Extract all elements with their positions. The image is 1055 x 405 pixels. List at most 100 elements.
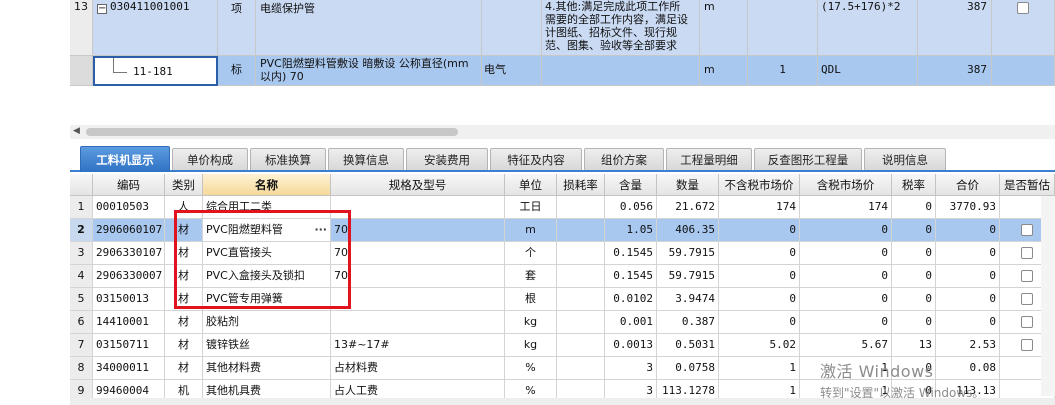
row-number[interactable]: 2 (70, 219, 93, 242)
table-row[interactable]: 6 14410001 材 胶粘剂 kg 0.001 0.387 0 0 0 0 (70, 311, 1055, 334)
table-row[interactable]: 4 2906330007 材 PVC入盒接头及锁扣 70 套 0.1545 59.7915 0 0… (70, 265, 1055, 288)
item-content[interactable] (748, 0, 818, 56)
price-excl-tax-cell[interactable]: 0 (719, 288, 800, 311)
category-cell[interactable]: 人 (165, 196, 203, 219)
loss-rate-cell[interactable] (557, 334, 605, 357)
price-excl-tax-cell[interactable]: 174 (719, 196, 800, 219)
quantity-cell[interactable]: 59.7915 (657, 242, 719, 265)
tax-rate-cell[interactable]: 0 (892, 219, 936, 242)
table-row[interactable]: 5 03150013 材 PVC管专用弹簧 根 0.0102 3.9474 0 0 0 0 (70, 288, 1055, 311)
row-number[interactable] (70, 56, 93, 86)
header-spec[interactable]: 规格及型号 (331, 174, 505, 196)
total-cell[interactable]: 0 (936, 265, 1000, 288)
price-excl-tax-cell[interactable]: 0 (719, 242, 800, 265)
code-cell[interactable]: 00010503 (93, 196, 165, 219)
name-cell[interactable]: 综合用工二类 (203, 196, 331, 219)
header-price-incl-tax[interactable]: 含税市场价 (800, 174, 892, 196)
quota-code-cell[interactable]: 11-181 (93, 56, 218, 86)
loss-rate-cell[interactable] (557, 242, 605, 265)
quota-amount[interactable]: 387 (918, 56, 992, 86)
spec-cell[interactable]: 70 (331, 242, 505, 265)
tax-rate-cell[interactable]: 0 (892, 196, 936, 219)
price-incl-tax-cell[interactable]: 1 (800, 357, 892, 380)
name-cell[interactable]: PVC管专用弹簧 (203, 288, 331, 311)
tax-rate-cell[interactable]: 0 (892, 357, 936, 380)
bottom-scrollbar[interactable] (70, 398, 1055, 405)
estimate-checkbox[interactable] (1021, 316, 1033, 328)
item-code-cell[interactable]: −030411001001 (93, 0, 218, 56)
price-incl-tax-cell[interactable]: 0 (800, 288, 892, 311)
tab-conversion-info[interactable]: 换算信息 (328, 148, 404, 170)
price-incl-tax-cell[interactable]: 5.67 (800, 334, 892, 357)
code-cell[interactable]: 2906330007 (93, 265, 165, 288)
quantity-cell[interactable]: 406.35 (657, 219, 719, 242)
spec-cell[interactable]: 70 (331, 265, 505, 288)
scroll-left-icon[interactable]: ◀ (73, 126, 80, 136)
header-unit[interactable]: 单位 (505, 174, 557, 196)
code-cell[interactable]: 03150711 (93, 334, 165, 357)
row-number[interactable]: 5 (70, 288, 93, 311)
category-cell[interactable]: 材 (165, 334, 203, 357)
name-cell[interactable]: 镀锌铁丝 (203, 334, 331, 357)
price-incl-tax-cell[interactable]: 174 (800, 196, 892, 219)
quantity-cell[interactable]: 0.5031 (657, 334, 719, 357)
total-cell[interactable]: 0.08 (936, 357, 1000, 380)
price-incl-tax-cell[interactable]: 0 (800, 265, 892, 288)
horizontal-scrollbar[interactable]: ◀ (70, 125, 1055, 139)
unit-cell[interactable]: kg (505, 311, 557, 334)
name-cell[interactable]: PVC阻燃塑料管 ··· (203, 219, 331, 242)
header-content[interactable]: 含量 (605, 174, 657, 196)
loss-rate-cell[interactable] (557, 357, 605, 380)
header-total[interactable]: 合价 (936, 174, 1000, 196)
quota-feature[interactable] (542, 56, 700, 86)
header-name[interactable]: 名称 (203, 174, 331, 196)
price-incl-tax-cell[interactable]: 0 (800, 242, 892, 265)
code-cell[interactable]: 2906330107 (93, 242, 165, 265)
content-cell[interactable]: 3 (605, 357, 657, 380)
tab-pricing-scheme[interactable]: 组价方案 (584, 148, 664, 170)
quantity-cell[interactable]: 59.7915 (657, 265, 719, 288)
quota-content[interactable]: 1 (748, 56, 818, 86)
content-cell[interactable]: 1.05 (605, 219, 657, 242)
table-row[interactable]: 2 2906060107 材 PVC阻燃塑料管 ··· 70 m 1.05 406.35 0 0 0 0 (70, 219, 1055, 242)
header-quantity[interactable]: 数量 (657, 174, 719, 196)
category-cell[interactable]: 材 (165, 265, 203, 288)
quota-est-cell[interactable] (992, 56, 1055, 86)
content-cell[interactable]: 0.056 (605, 196, 657, 219)
category-cell[interactable]: 材 (165, 311, 203, 334)
item-unit[interactable]: m (700, 0, 748, 56)
item-major[interactable] (482, 0, 542, 56)
tab-features[interactable]: 特征及内容 (490, 148, 582, 170)
scrollbar-thumb[interactable] (86, 128, 458, 136)
tab-unit-price[interactable]: 单价构成 (172, 148, 248, 170)
table-row[interactable]: 1 00010503 人 综合用工二类 工日 0.056 21.672 174 174 0 3770… (70, 196, 1055, 219)
quantity-cell[interactable]: 0.0758 (657, 357, 719, 380)
item-est-cell[interactable] (992, 0, 1055, 56)
content-cell[interactable]: 0.1545 (605, 265, 657, 288)
spec-cell[interactable] (331, 288, 505, 311)
quantity-cell[interactable]: 21.672 (657, 196, 719, 219)
tax-rate-cell[interactable]: 0 (892, 242, 936, 265)
total-cell[interactable]: 2.53 (936, 334, 1000, 357)
name-cell[interactable]: PVC直管接头 (203, 242, 331, 265)
collapse-icon[interactable]: − (97, 4, 107, 14)
header-price-excl-tax[interactable]: 不含税市场价 (719, 174, 800, 196)
category-cell[interactable]: 材 (165, 242, 203, 265)
loss-rate-cell[interactable] (557, 219, 605, 242)
name-cell[interactable]: PVC入盒接头及锁扣 (203, 265, 331, 288)
spec-cell[interactable] (331, 311, 505, 334)
total-cell[interactable]: 0 (936, 288, 1000, 311)
total-cell[interactable]: 0 (936, 242, 1000, 265)
unit-cell[interactable]: 根 (505, 288, 557, 311)
loss-rate-cell[interactable] (557, 288, 605, 311)
price-excl-tax-cell[interactable]: 0 (719, 311, 800, 334)
total-cell[interactable]: 3770.93 (936, 196, 1000, 219)
header-estimate[interactable]: 是否暂估 (1000, 174, 1055, 196)
loss-rate-cell[interactable] (557, 311, 605, 334)
tab-graphic-quantity[interactable]: 反查图形工程量 (754, 148, 862, 170)
unit-cell[interactable]: 工日 (505, 196, 557, 219)
loss-rate-cell[interactable] (557, 265, 605, 288)
quota-qty-expr[interactable]: QDL (818, 56, 918, 86)
estimate-checkbox[interactable] (1021, 339, 1033, 351)
estimate-checkbox[interactable] (1017, 2, 1029, 14)
